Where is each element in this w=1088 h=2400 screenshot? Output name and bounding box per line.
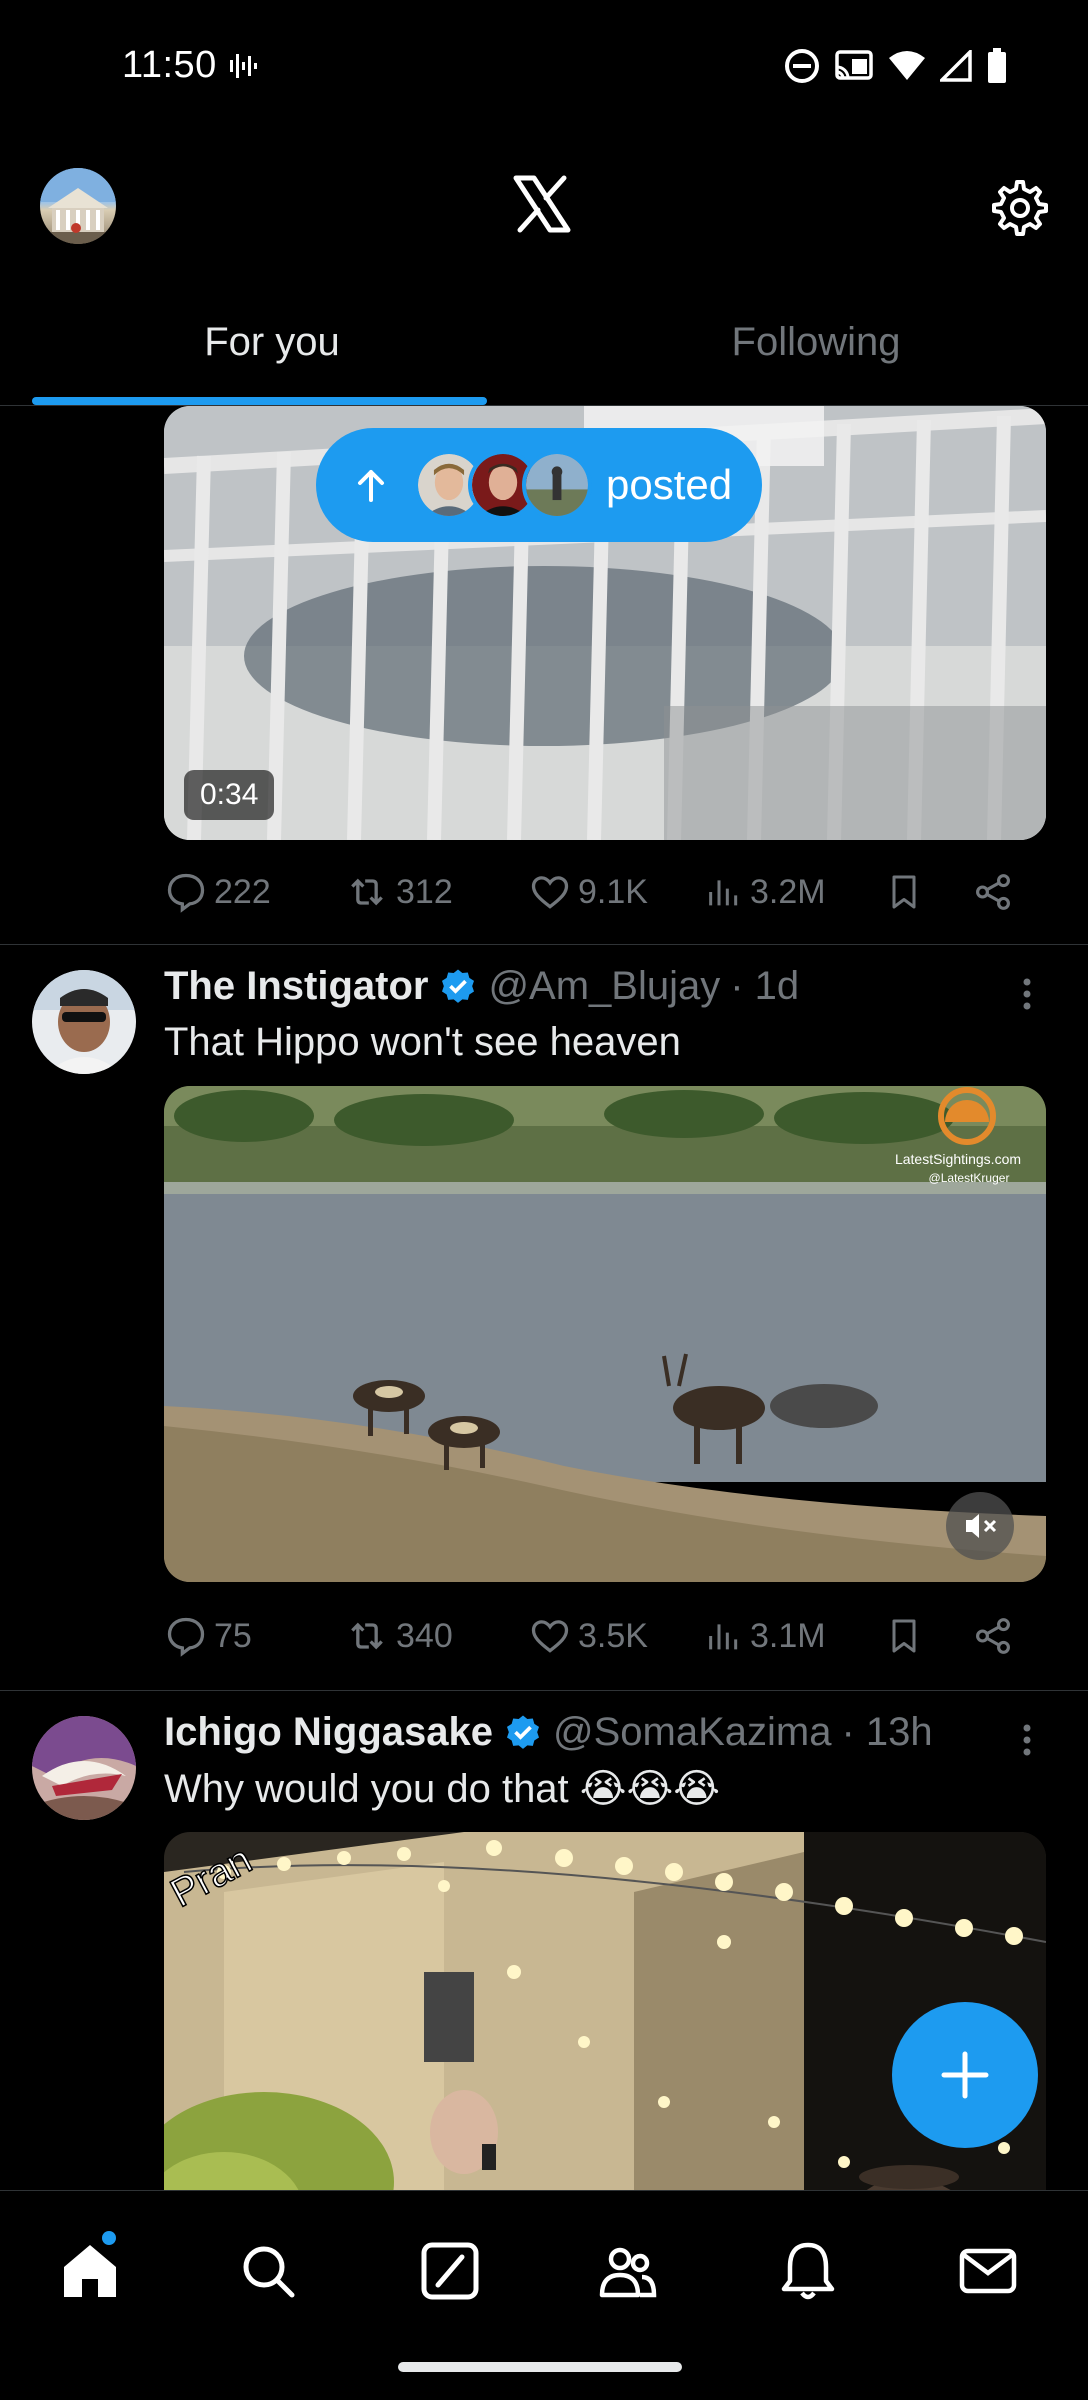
post-author-avatar[interactable] [32, 1716, 136, 1820]
compose-post-button[interactable] [892, 2002, 1038, 2148]
status-time: 11:50 [122, 44, 217, 86]
battery-icon [988, 48, 1006, 83]
author-handle[interactable]: @SomaKazima [553, 1710, 831, 1755]
reply-button[interactable]: 222 [164, 870, 344, 914]
bookmark-icon [892, 1619, 916, 1653]
signal-icon [940, 50, 972, 82]
cast-icon [835, 50, 873, 80]
wifi-icon [889, 51, 925, 80]
bookmark-button[interactable] [884, 1614, 972, 1658]
timeline-feed[interactable]: 0:34 222 312 9.1K 3.2M The Instigator @A… [0, 406, 1088, 2190]
tab-following[interactable]: Following [544, 280, 1088, 405]
post-video[interactable]: LatestSightings.com @LatestKruger [164, 1086, 1046, 1582]
new-posts-pill[interactable]: posted [316, 428, 762, 542]
like-button[interactable]: 9.1K [528, 870, 704, 914]
repost-icon [351, 1622, 383, 1650]
author-name[interactable]: Ichigo Niggasake [164, 1710, 493, 1755]
poster-avatar [522, 450, 592, 520]
heart-icon [531, 876, 569, 909]
post-text: That Hippo won't see heaven [164, 1020, 681, 1064]
plus-icon [941, 2051, 989, 2099]
post-time: · 13h [841, 1710, 933, 1754]
post-header: The Instigator @Am_Blujay · 1d [164, 964, 799, 1009]
post-divider [0, 1690, 1088, 1691]
author-handle[interactable]: @Am_Blujay [488, 964, 720, 1009]
notifications-icon[interactable] [776, 2239, 840, 2303]
tab-following-label: Following [731, 320, 901, 364]
post-time: · 1d [730, 964, 800, 1008]
grok-icon[interactable] [418, 2239, 482, 2303]
reply-icon [167, 1617, 205, 1657]
mute-icon[interactable] [946, 1492, 1014, 1560]
post-header: Ichigo Niggasake @SomaKazima · 13h [164, 1710, 933, 1755]
repost-button[interactable]: 312 [344, 870, 528, 914]
views-button[interactable]: 3.1M [704, 1614, 884, 1658]
audio-wave-icon [230, 54, 257, 78]
verified-badge-icon [506, 1715, 539, 1749]
x-logo-icon[interactable] [510, 172, 574, 236]
heart-icon [531, 1620, 569, 1653]
verified-badge-icon [442, 969, 475, 1003]
status-icons [784, 48, 1008, 84]
system-home-indicator[interactable] [398, 2362, 682, 2372]
share-button[interactable] [972, 870, 1014, 914]
video-frame: Pran [164, 1832, 1046, 2190]
messages-icon[interactable] [956, 2239, 1020, 2303]
reply-icon [167, 873, 205, 913]
repost-count: 312 [396, 872, 453, 911]
top-app-bar [0, 160, 1088, 250]
repost-icon [351, 878, 383, 906]
bookmark-button[interactable] [884, 870, 972, 914]
tab-for-you-label: For you [204, 320, 340, 364]
views-icon [709, 1624, 738, 1650]
view-count: 3.1M [750, 1616, 826, 1655]
gear-icon[interactable] [988, 176, 1048, 236]
like-count: 3.5K [578, 1616, 648, 1655]
home-icon[interactable] [58, 2239, 122, 2303]
share-button[interactable] [972, 1614, 1014, 1658]
post-actions: 75 340 3.5K 3.1M [164, 1606, 1044, 1666]
video-duration: 0:34 [184, 770, 275, 820]
new-posts-label: posted [606, 461, 733, 508]
pill-avatars [414, 450, 592, 520]
status-bar: 11:50 [0, 0, 1088, 135]
reply-count: 75 [214, 1616, 252, 1655]
share-icon [976, 1618, 1010, 1654]
like-button[interactable]: 3.5K [528, 1614, 704, 1658]
view-count: 3.2M [750, 872, 826, 911]
watermark-handle: @LatestKruger [929, 1171, 1010, 1185]
search-icon[interactable] [236, 2239, 300, 2303]
feed-tabs: For you Following [0, 280, 1088, 406]
tab-for-you[interactable]: For you [0, 280, 544, 405]
like-count: 9.1K [578, 872, 648, 911]
watermark-site: LatestSightings.com [895, 1151, 1021, 1167]
more-options-icon[interactable] [1012, 1720, 1042, 1760]
author-name[interactable]: The Instigator [164, 964, 428, 1009]
repost-count: 340 [396, 1616, 453, 1655]
arrow-up-icon [358, 470, 384, 502]
views-icon [709, 880, 738, 906]
reply-count: 222 [214, 872, 271, 911]
views-button[interactable]: 3.2M [704, 870, 884, 914]
video-frame: LatestSightings.com @LatestKruger [164, 1086, 1046, 1582]
post-author-avatar[interactable] [32, 970, 136, 1074]
bookmark-icon [892, 875, 916, 909]
post-video[interactable]: Pran [164, 1832, 1046, 2190]
post-actions: 222 312 9.1K 3.2M [164, 862, 1044, 922]
do-not-disturb-icon [785, 49, 819, 83]
more-options-icon[interactable] [1012, 974, 1042, 1014]
post-divider [0, 944, 1088, 945]
share-icon [976, 874, 1010, 910]
active-tab-indicator [32, 397, 487, 405]
post-text: Why would you do that 😭😭😭 [164, 1767, 720, 1811]
profile-avatar[interactable] [40, 168, 116, 244]
reply-button[interactable]: 75 [164, 1614, 344, 1658]
repost-button[interactable]: 340 [344, 1614, 528, 1658]
communities-icon[interactable] [596, 2239, 660, 2303]
home-notification-dot [102, 2231, 116, 2245]
